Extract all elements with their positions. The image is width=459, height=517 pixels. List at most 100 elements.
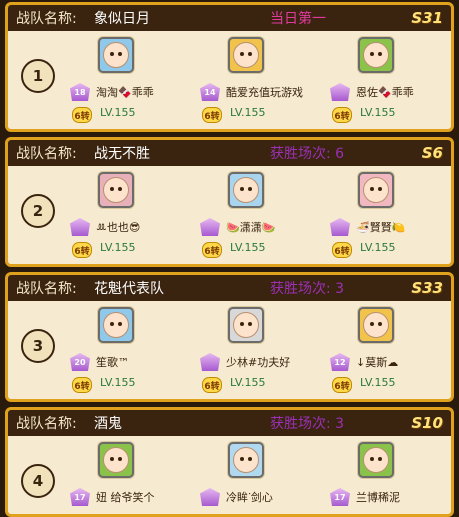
- reincarnation-badge: 6转: [332, 377, 352, 393]
- player-avatar[interactable]: [358, 442, 394, 478]
- team-member[interactable]: 17 兰博稀泥: [330, 436, 450, 514]
- rank-badge-icon: [200, 488, 220, 506]
- team-name-label: 战队名称:: [16, 146, 77, 162]
- player-avatar[interactable]: [358, 37, 394, 73]
- rank-number: 1: [21, 59, 55, 93]
- reincarnation-badge: 6转: [202, 377, 222, 393]
- team-header: 战队名称: 象似日月 当日第一 S31: [8, 5, 451, 31]
- player-name: 淘淘🍫乖乖: [96, 86, 154, 99]
- player-avatar[interactable]: [228, 37, 264, 73]
- team-member[interactable]: 恩佐🍫乖乖 6转 LV.155: [330, 31, 450, 129]
- team-name: 花魁代表队: [94, 281, 164, 297]
- rank-number: 4: [21, 464, 55, 498]
- reincarnation-badge: 6转: [72, 377, 92, 393]
- team-stat: 获胜场次: 6: [270, 146, 345, 162]
- team-member[interactable]: 17 妞 给爷笑个: [70, 436, 190, 514]
- rank-badge-icon: 14: [200, 83, 220, 101]
- team-card[interactable]: 战队名称: 象似日月 当日第一 S31 1 18 淘淘🍫乖乖 6转 LV.155 14 酷爱充值玩游…: [5, 2, 454, 132]
- team-name: 象似日月: [94, 11, 150, 27]
- team-stat: 获胜场次: 3: [270, 281, 345, 297]
- player-level: LV.155: [100, 241, 136, 254]
- player-avatar[interactable]: [98, 37, 134, 73]
- team-card[interactable]: 战队名称: 花魁代表队 获胜场次: 3 S33 3 20 笙歌™ 6转 LV.155 少林#功夫好…: [5, 272, 454, 402]
- player-level: LV.155: [360, 106, 396, 119]
- player-level: LV.155: [100, 106, 136, 119]
- team-member[interactable]: 18 淘淘🍫乖乖 6转 LV.155: [70, 31, 190, 129]
- avatar-face-icon: [363, 177, 389, 203]
- player-name: 笙歌™: [96, 356, 129, 369]
- team-member[interactable]: 14 酷爱充值玩游戏 6转 LV.155: [200, 31, 320, 129]
- reincarnation-badge: 6转: [72, 242, 92, 258]
- reincarnation-badge: 6转: [332, 242, 352, 258]
- player-avatar[interactable]: [228, 442, 264, 478]
- avatar-face-icon: [363, 42, 389, 68]
- team-member[interactable]: 🍉潇潇🍉 6转 LV.155: [200, 166, 320, 264]
- player-avatar[interactable]: [228, 172, 264, 208]
- avatar-face-icon: [363, 447, 389, 473]
- avatar-face-icon: [233, 447, 259, 473]
- team-name: 战无不胜: [94, 146, 150, 162]
- rank-number: 3: [21, 329, 55, 363]
- rank-badge-icon: [330, 218, 350, 236]
- team-member[interactable]: 少林#功夫好 6转 LV.155: [200, 301, 320, 399]
- avatar-face-icon: [103, 447, 129, 473]
- player-name: ꔛ也也😎: [96, 221, 141, 234]
- rank-badge-icon: 17: [330, 488, 350, 506]
- rank-badge-icon: [70, 218, 90, 236]
- player-level: LV.155: [100, 376, 136, 389]
- team-header: 战队名称: 战无不胜 获胜场次: 6 S6: [8, 140, 451, 166]
- rank-number: 2: [21, 194, 55, 228]
- team-body: 1 18 淘淘🍫乖乖 6转 LV.155 14 酷爱充值玩游戏 6转 LV.155 恩佐🍫乖乖 6转…: [8, 31, 451, 129]
- player-avatar[interactable]: [98, 442, 134, 478]
- rank-badge-icon: [330, 83, 350, 101]
- player-name: 🍜賢賢🍋: [356, 221, 406, 234]
- player-name: ↓莫斯☁: [356, 356, 399, 369]
- reincarnation-badge: 6转: [202, 242, 222, 258]
- team-card[interactable]: 战队名称: 酒鬼 获胜场次: 3 S10 4 17 妞 给爷笑个 冷眸ᐝ剑心 17 兰博稀泥: [5, 407, 454, 517]
- team-member[interactable]: 20 笙歌™ 6转 LV.155: [70, 301, 190, 399]
- player-level: LV.155: [230, 106, 266, 119]
- server-tag: S6: [421, 144, 443, 162]
- team-name-label: 战队名称:: [16, 416, 77, 432]
- team-header: 战队名称: 酒鬼 获胜场次: 3 S10: [8, 410, 451, 436]
- player-avatar[interactable]: [358, 307, 394, 343]
- server-tag: S33: [411, 279, 443, 297]
- player-avatar[interactable]: [98, 172, 134, 208]
- avatar-face-icon: [363, 312, 389, 338]
- player-level: LV.155: [360, 241, 396, 254]
- server-tag: S31: [411, 9, 443, 27]
- server-tag: S10: [411, 414, 443, 432]
- player-avatar[interactable]: [358, 172, 394, 208]
- team-member[interactable]: 🍜賢賢🍋 6转 LV.155: [330, 166, 450, 264]
- avatar-face-icon: [103, 312, 129, 338]
- reincarnation-badge: 6转: [332, 107, 352, 123]
- player-name: 冷眸ᐝ剑心: [226, 491, 273, 504]
- team-body: 2 ꔛ也也😎 6转 LV.155 🍉潇潇🍉 6转 LV.155 🍜賢賢🍋 6转 LV.155: [8, 166, 451, 264]
- avatar-face-icon: [233, 177, 259, 203]
- player-name: 🍉潇潇🍉: [226, 221, 276, 234]
- rank-badge-icon: [200, 353, 220, 371]
- player-name: 少林#功夫好: [226, 356, 291, 369]
- team-body: 3 20 笙歌™ 6转 LV.155 少林#功夫好 6转 LV.155 12 ↓莫斯☁ 6转 LV.1…: [8, 301, 451, 399]
- player-name: 恩佐🍫乖乖: [356, 86, 414, 99]
- rank-badge-icon: 12: [330, 353, 350, 371]
- avatar-face-icon: [233, 42, 259, 68]
- team-card[interactable]: 战队名称: 战无不胜 获胜场次: 6 S6 2 ꔛ也也😎 6转 LV.155 🍉潇潇🍉 6转 LV.…: [5, 137, 454, 267]
- player-level: LV.155: [230, 241, 266, 254]
- reincarnation-badge: 6转: [72, 107, 92, 123]
- rank-badge-icon: 17: [70, 488, 90, 506]
- reincarnation-badge: 6转: [202, 107, 222, 123]
- player-name: 酷爱充值玩游戏: [226, 86, 303, 99]
- team-name-label: 战队名称:: [16, 281, 77, 297]
- team-member[interactable]: 12 ↓莫斯☁ 6转 LV.155: [330, 301, 450, 399]
- player-avatar[interactable]: [228, 307, 264, 343]
- player-avatar[interactable]: [98, 307, 134, 343]
- team-name: 酒鬼: [94, 416, 122, 432]
- player-level: LV.155: [360, 376, 396, 389]
- team-member[interactable]: ꔛ也也😎 6转 LV.155: [70, 166, 190, 264]
- player-level: LV.155: [230, 376, 266, 389]
- avatar-face-icon: [103, 42, 129, 68]
- team-header: 战队名称: 花魁代表队 获胜场次: 3 S33: [8, 275, 451, 301]
- player-name: 兰博稀泥: [356, 491, 400, 504]
- team-member[interactable]: 冷眸ᐝ剑心: [200, 436, 320, 514]
